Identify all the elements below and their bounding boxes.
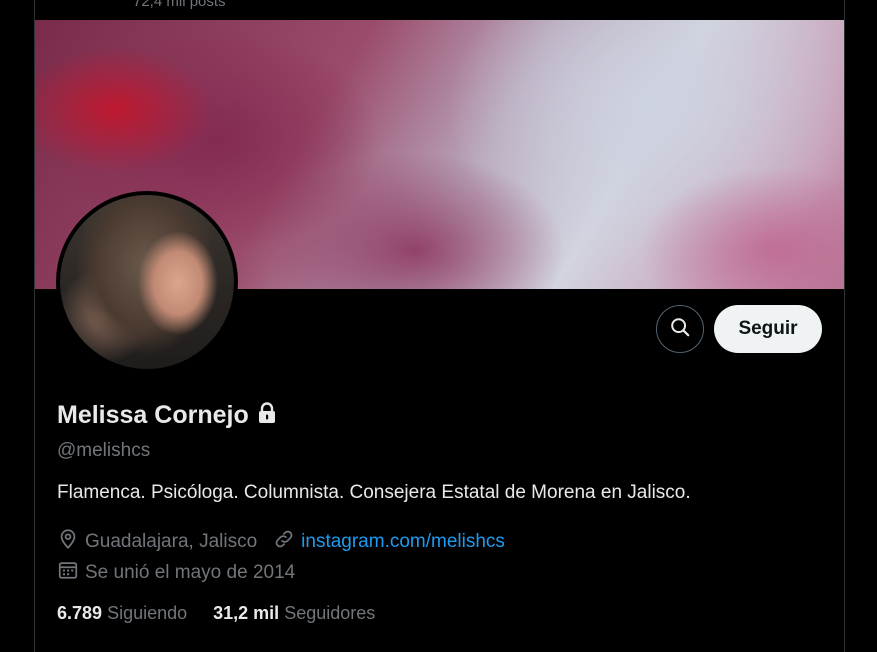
search-icon — [669, 316, 691, 343]
link-icon — [273, 528, 295, 556]
location-pin-icon — [57, 528, 79, 556]
website-item[interactable]: instagram.com/melishcs — [273, 528, 505, 556]
display-name: Melissa Cornejo — [57, 401, 249, 429]
posts-count: 72,4 mil posts — [133, 0, 226, 10]
joined-text: Se unió el mayo de 2014 — [85, 562, 296, 583]
user-handle: @melishcs — [57, 440, 151, 461]
avatar-image — [60, 195, 234, 369]
followers-stat[interactable]: 31,2 mil Seguidores — [213, 603, 375, 624]
follow-button[interactable]: Seguir — [714, 305, 822, 353]
calendar-icon — [57, 559, 79, 587]
joined-item: Se unió el mayo de 2014 — [57, 559, 295, 587]
profile-actions: Seguir — [656, 305, 822, 353]
joined-row: Se unió el mayo de 2014 — [57, 559, 311, 587]
following-count: 6.789 — [57, 603, 103, 623]
following-stat[interactable]: 6.789 Siguiendo — [57, 603, 187, 624]
lock-icon — [257, 402, 277, 429]
avatar[interactable] — [56, 191, 238, 373]
profile-meta-row: Guadalajara, Jalisco instagram.com/melis… — [57, 528, 521, 556]
followers-label: Seguidores — [284, 603, 376, 623]
website-link[interactable]: instagram.com/melishcs — [301, 531, 505, 553]
profile-bio: Flamenca. Psicóloga. Columnista. Conseje… — [57, 482, 691, 503]
location-text: Guadalajara, Jalisco — [85, 531, 258, 552]
profile-column: 72,4 mil posts Seguir Melissa Cornejo @m… — [34, 0, 845, 652]
following-label: Siguiendo — [107, 603, 188, 623]
name-row: Melissa Cornejo — [57, 401, 277, 430]
location-item: Guadalajara, Jalisco — [57, 528, 257, 556]
search-button[interactable] — [656, 305, 704, 353]
follow-stats: 6.789 Siguiendo 31,2 mil Seguidores — [57, 603, 401, 624]
followers-count: 31,2 mil — [213, 603, 280, 623]
